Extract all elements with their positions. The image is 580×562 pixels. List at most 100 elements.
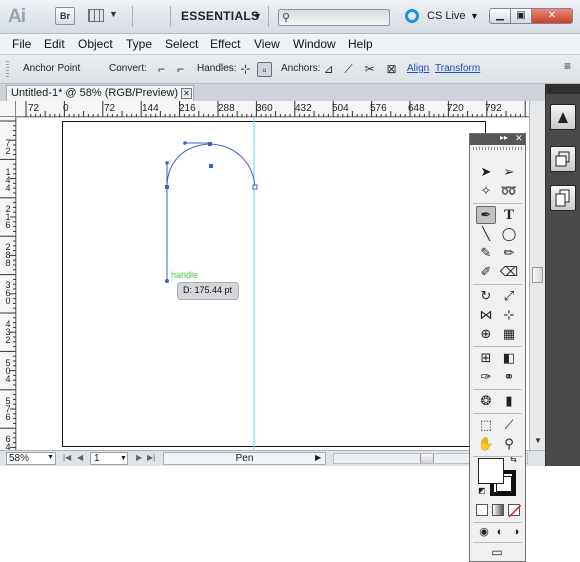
connect-endpoints-icon[interactable]: ⟋ [341, 62, 356, 77]
menu-help[interactable]: Help [348, 37, 373, 51]
gradient-tool-icon[interactable]: ◧ [499, 349, 519, 367]
artboard-tool-icon[interactable]: ⬚ [476, 416, 496, 434]
line-tool-icon[interactable]: ╲ [476, 225, 496, 243]
menu-edit[interactable]: Edit [44, 37, 65, 51]
scroll-down-icon[interactable]: ▼ [534, 436, 542, 445]
chevron-down-icon[interactable]: ▼ [253, 11, 262, 21]
magic-wand-tool-icon[interactable]: ✧ [476, 182, 496, 200]
anchor-point [208, 142, 212, 146]
grip-handle[interactable] [6, 61, 9, 77]
close-icon[interactable]: ✕ [515, 133, 523, 144]
swap-colors-icon[interactable]: ⇆ [510, 455, 517, 464]
dock-header[interactable] [546, 84, 580, 94]
vertical-scrollbar[interactable]: ▼ [529, 101, 545, 450]
canvas[interactable]: handle D: 175.44 pt [17, 118, 529, 450]
show-handles-icon[interactable]: ⊹ [238, 62, 253, 77]
menu-object[interactable]: Object [78, 37, 113, 51]
cut-path-icon[interactable]: ✂ [362, 62, 377, 77]
width-tool-icon[interactable]: ⋈ [476, 306, 496, 324]
menu-type[interactable]: Type [126, 37, 152, 51]
selection-tool-icon[interactable]: ➤ [476, 163, 496, 181]
document-tab[interactable]: Untitled-1* @ 58% (RGB/Preview) ✕ [6, 85, 194, 101]
screen-mode-icon[interactable]: ▭ [487, 543, 507, 561]
color-guide-panel-button[interactable] [550, 104, 576, 130]
first-artboard-icon[interactable]: |◀ [63, 453, 71, 462]
menu-select[interactable]: Select [165, 37, 198, 51]
maximize-button[interactable]: ▣ [510, 8, 532, 24]
menu-window[interactable]: Window [293, 37, 336, 51]
search-input[interactable]: ⚲ [278, 9, 390, 26]
scale-tool-icon[interactable]: ⤢ [499, 287, 519, 305]
ruler-origin[interactable] [0, 101, 16, 117]
cs-live-menu[interactable]: CS Live [427, 10, 466, 22]
scroll-thumb[interactable] [420, 454, 434, 463]
chevron-down-icon[interactable]: ▼ [470, 11, 479, 21]
convert-smooth-icon[interactable]: ⌐ [173, 62, 188, 77]
blend-tool-icon[interactable]: ⚭ [499, 368, 519, 386]
shape-builder-tool-icon[interactable]: ⊕ [476, 325, 496, 343]
eraser-tool-icon[interactable]: ⌫ [499, 263, 519, 281]
pencil-tool-icon[interactable]: ✏ [499, 244, 519, 262]
draw-inside-icon[interactable]: ◑ [506, 523, 526, 541]
scroll-thumb[interactable] [532, 267, 543, 283]
next-artboard-icon[interactable]: ▶ [136, 453, 142, 462]
blob-brush-tool-icon[interactable]: ✐ [476, 263, 496, 281]
last-artboard-icon[interactable]: ▶| [147, 453, 155, 462]
column-graph-tool-icon[interactable]: ▮ [499, 392, 519, 410]
hide-handles-icon[interactable]: ▫ [257, 62, 272, 77]
color-mode-icon[interactable] [476, 504, 488, 516]
perspective-grid-tool-icon[interactable]: ▦ [499, 325, 519, 343]
bridge-button[interactable]: Br [55, 7, 75, 25]
symbol-sprayer-tool-icon[interactable]: ❂ [476, 392, 496, 410]
slice-tool-icon[interactable]: ⟋ [499, 416, 519, 434]
chevron-down-icon[interactable]: ▼ [120, 455, 127, 462]
align-link[interactable]: Align [407, 63, 429, 74]
gradient-mode-icon[interactable] [492, 504, 504, 516]
workspace-switcher[interactable]: ESSENTIALS [181, 9, 259, 23]
zoom-tool-icon[interactable]: ⚲ [499, 435, 519, 453]
menu-file[interactable]: File [12, 37, 31, 51]
ellipse-tool-icon[interactable]: ◯ [499, 225, 519, 243]
type-tool-icon[interactable]: T [499, 206, 519, 224]
hand-tool-icon[interactable]: ✋ [476, 435, 496, 453]
default-colors-icon[interactable]: ◩ [478, 486, 486, 495]
rotate-tool-icon[interactable]: ↻ [476, 287, 496, 305]
free-transform-tool-icon[interactable]: ⊹ [499, 306, 519, 324]
ruler-label: 3 6 0 [5, 280, 11, 306]
panel-menu-icon[interactable]: ≡ [560, 59, 575, 74]
transform-link[interactable]: Transform [435, 63, 480, 74]
graphic-styles-panel-button[interactable] [550, 146, 576, 172]
menu-effect[interactable]: Effect [210, 37, 240, 51]
menu-view[interactable]: View [254, 37, 280, 51]
handles-label: Handles: [197, 63, 237, 74]
arrange-documents-button[interactable]: ▼ [88, 7, 120, 25]
fill-color-swatch[interactable] [478, 458, 504, 484]
direct-selection-tool-icon[interactable]: ➢ [499, 163, 519, 181]
ruler-label: 288 [218, 103, 235, 114]
cs-live-icon[interactable] [405, 9, 419, 23]
chevron-down-icon[interactable]: ▼ [47, 454, 54, 461]
isolate-anchors-icon[interactable]: ⊠ [384, 62, 399, 77]
panel-grip[interactable] [473, 147, 522, 150]
ruler-label: 1 4 4 [5, 167, 11, 193]
artboards-panel-button[interactable] [550, 185, 576, 211]
remove-anchor-icon[interactable]: ⊿ [321, 62, 336, 77]
tools-panel-header[interactable]: ▸▸ ✕ [470, 133, 525, 145]
menu-bar: File Edit Object Type Select Effect View… [0, 34, 580, 55]
close-button[interactable]: ✕ [531, 8, 573, 24]
horizontal-ruler[interactable]: 72 0 72 144 216 288 360 432 504 576 648 … [16, 101, 529, 117]
eyedropper-tool-icon[interactable]: ✑ [476, 368, 496, 386]
tool-status-field[interactable]: Pen [163, 452, 326, 465]
collapse-icon[interactable]: ▸▸ [500, 133, 508, 142]
vertical-ruler[interactable]: 7 2 1 4 4 2 1 6 2 8 8 3 6 0 4 3 2 5 0 4 … [0, 117, 16, 450]
status-menu-icon[interactable]: ▶ [315, 453, 321, 462]
close-icon[interactable]: ✕ [181, 88, 192, 99]
none-mode-icon[interactable] [508, 504, 521, 517]
convert-corner-icon[interactable]: ⌐ [154, 62, 169, 77]
mesh-tool-icon[interactable]: ⊞ [476, 349, 496, 367]
paintbrush-tool-icon[interactable]: ✎ [476, 244, 496, 262]
prev-artboard-icon[interactable]: ◀ [77, 453, 83, 462]
minimize-button[interactable]: ▁ [489, 8, 511, 24]
pen-tool-icon[interactable]: ✒ [476, 206, 496, 224]
lasso-tool-icon[interactable]: ➿ [499, 182, 519, 200]
